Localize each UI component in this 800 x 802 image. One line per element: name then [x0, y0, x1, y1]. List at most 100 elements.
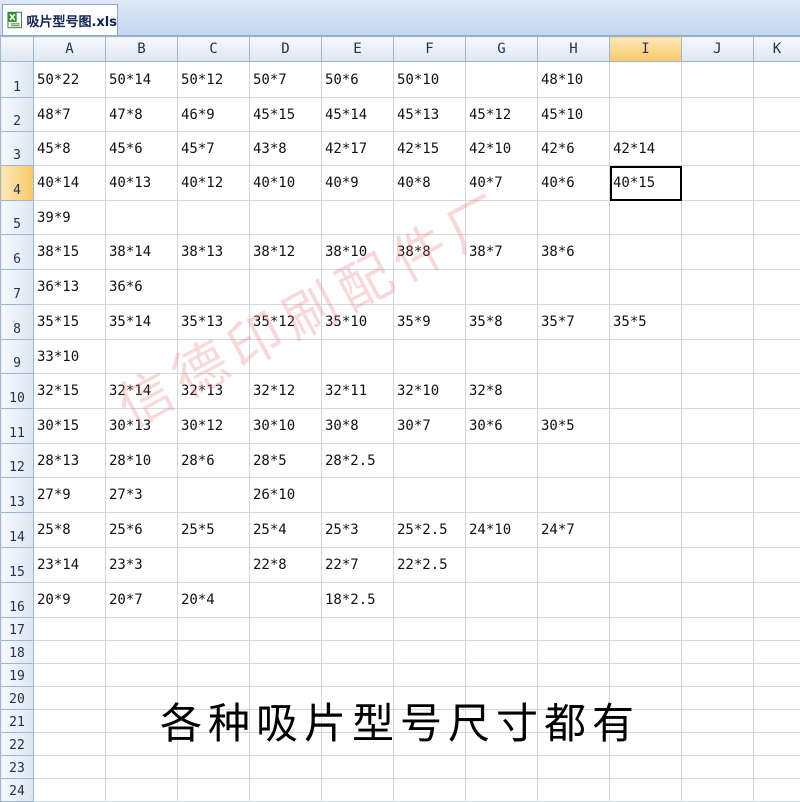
cell-j9[interactable] — [682, 340, 754, 374]
cell-e4[interactable]: 40*9 — [322, 166, 394, 201]
column-header-g[interactable]: G — [466, 37, 538, 62]
cell-k10[interactable] — [754, 374, 800, 409]
cell-j13[interactable] — [682, 478, 754, 513]
cell-j16[interactable] — [682, 583, 754, 618]
cell-b17[interactable] — [106, 618, 178, 641]
cell-f6[interactable]: 38*8 — [394, 235, 466, 270]
cell-h16[interactable] — [538, 583, 610, 618]
cell-c19[interactable] — [178, 664, 250, 687]
cell-e11[interactable]: 30*8 — [322, 409, 394, 444]
cell-k16[interactable] — [754, 583, 800, 618]
cell-h23[interactable] — [538, 756, 610, 779]
cell-i4[interactable]: 40*15 — [610, 166, 682, 201]
cell-g14[interactable]: 24*10 — [466, 513, 538, 548]
cell-a18[interactable] — [34, 641, 106, 664]
cell-f5[interactable] — [394, 201, 466, 235]
cell-h17[interactable] — [538, 618, 610, 641]
cell-a10[interactable]: 32*15 — [34, 374, 106, 409]
cell-f19[interactable] — [394, 664, 466, 687]
cell-h4[interactable]: 40*6 — [538, 166, 610, 201]
cell-a2[interactable]: 48*7 — [34, 98, 106, 132]
cell-g5[interactable] — [466, 201, 538, 235]
cell-i24[interactable] — [610, 779, 682, 802]
cell-d19[interactable] — [250, 664, 322, 687]
cell-b1[interactable]: 50*14 — [106, 62, 178, 98]
cell-i13[interactable] — [610, 478, 682, 513]
row-header-16[interactable]: 16 — [1, 583, 34, 618]
cell-a7[interactable]: 36*13 — [34, 270, 106, 305]
cell-e18[interactable] — [322, 641, 394, 664]
cell-f2[interactable]: 45*13 — [394, 98, 466, 132]
cell-a8[interactable]: 35*15 — [34, 305, 106, 340]
cell-f7[interactable] — [394, 270, 466, 305]
cell-b15[interactable]: 23*3 — [106, 548, 178, 583]
cell-h3[interactable]: 42*6 — [538, 132, 610, 166]
row-header-15[interactable]: 15 — [1, 548, 34, 583]
cell-j15[interactable] — [682, 548, 754, 583]
cell-c2[interactable]: 46*9 — [178, 98, 250, 132]
cell-d7[interactable] — [250, 270, 322, 305]
cell-k15[interactable] — [754, 548, 800, 583]
cell-f16[interactable] — [394, 583, 466, 618]
cell-b5[interactable] — [106, 201, 178, 235]
cell-f4[interactable]: 40*8 — [394, 166, 466, 201]
cell-g8[interactable]: 35*8 — [466, 305, 538, 340]
cell-d5[interactable] — [250, 201, 322, 235]
row-header-8[interactable]: 8 — [1, 305, 34, 340]
cell-g24[interactable] — [466, 779, 538, 802]
cell-e5[interactable] — [322, 201, 394, 235]
cell-a12[interactable]: 28*13 — [34, 444, 106, 478]
cell-e3[interactable]: 42*17 — [322, 132, 394, 166]
cell-a14[interactable]: 25*8 — [34, 513, 106, 548]
cell-c3[interactable]: 45*7 — [178, 132, 250, 166]
cell-h1[interactable]: 48*10 — [538, 62, 610, 98]
cell-j7[interactable] — [682, 270, 754, 305]
column-header-e[interactable]: E — [322, 37, 394, 62]
cell-c1[interactable]: 50*12 — [178, 62, 250, 98]
row-header-7[interactable]: 7 — [1, 270, 34, 305]
cell-g10[interactable]: 32*8 — [466, 374, 538, 409]
cell-f1[interactable]: 50*10 — [394, 62, 466, 98]
cell-h10[interactable] — [538, 374, 610, 409]
cell-d14[interactable]: 25*4 — [250, 513, 322, 548]
cell-i7[interactable] — [610, 270, 682, 305]
cell-j18[interactable] — [682, 641, 754, 664]
cell-k3[interactable] — [754, 132, 800, 166]
cell-a3[interactable]: 45*8 — [34, 132, 106, 166]
cell-a4[interactable]: 40*14 — [34, 166, 106, 201]
cell-f12[interactable] — [394, 444, 466, 478]
cell-f24[interactable] — [394, 779, 466, 802]
cell-k2[interactable] — [754, 98, 800, 132]
row-header-23[interactable]: 23 — [1, 756, 34, 779]
cell-b2[interactable]: 47*8 — [106, 98, 178, 132]
row-header-11[interactable]: 11 — [1, 409, 34, 444]
cell-k24[interactable] — [754, 779, 800, 802]
column-header-i[interactable]: I — [610, 37, 682, 62]
cell-g13[interactable] — [466, 478, 538, 513]
cell-g7[interactable] — [466, 270, 538, 305]
column-header-a[interactable]: A — [34, 37, 106, 62]
cell-f15[interactable]: 22*2.5 — [394, 548, 466, 583]
cell-f23[interactable] — [394, 756, 466, 779]
cell-b23[interactable] — [106, 756, 178, 779]
cell-j11[interactable] — [682, 409, 754, 444]
cell-g16[interactable] — [466, 583, 538, 618]
row-header-4[interactable]: 4 — [1, 166, 34, 201]
cell-c8[interactable]: 35*13 — [178, 305, 250, 340]
cell-j8[interactable] — [682, 305, 754, 340]
cell-h9[interactable] — [538, 340, 610, 374]
column-header-d[interactable]: D — [250, 37, 322, 62]
cell-j14[interactable] — [682, 513, 754, 548]
cell-j19[interactable] — [682, 664, 754, 687]
cell-f17[interactable] — [394, 618, 466, 641]
column-header-k[interactable]: K — [754, 37, 800, 62]
cell-e8[interactable]: 35*10 — [322, 305, 394, 340]
cell-d2[interactable]: 45*15 — [250, 98, 322, 132]
cell-e6[interactable]: 38*10 — [322, 235, 394, 270]
row-header-14[interactable]: 14 — [1, 513, 34, 548]
row-header-19[interactable]: 19 — [1, 664, 34, 687]
cell-b8[interactable]: 35*14 — [106, 305, 178, 340]
cell-g12[interactable] — [466, 444, 538, 478]
cell-a16[interactable]: 20*9 — [34, 583, 106, 618]
row-header-24[interactable]: 24 — [1, 779, 34, 802]
